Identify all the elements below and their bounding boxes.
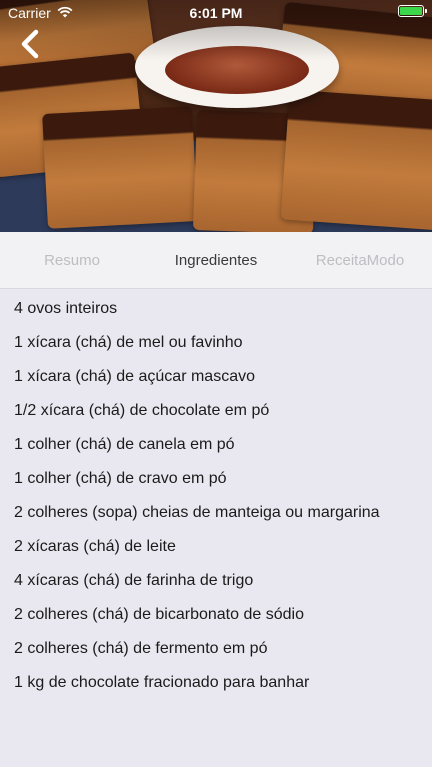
status-time: 6:01 PM [189,5,243,21]
list-item: 4 xícaras (chá) de farinha de trigo [14,572,254,589]
cake-piece [280,89,432,231]
list-item: 2 xícaras (chá) de leite [14,538,176,555]
list-item: 1 colher (chá) de canela em pó [14,436,235,453]
battery-icon [398,5,427,17]
list-item: 1 xícara (chá) de mel ou favinho [14,334,243,351]
list-item: 2 colheres (chá) de fermento em pó [14,640,268,657]
tab-ingredientes[interactable]: Ingredientes [144,252,288,269]
list-item: 2 colheres (chá) de bicarbonato de sódio [14,606,304,623]
ingredients-list: 4 ovos inteiros 1 xícara (chá) de mel ou… [14,298,418,706]
list-item: 2 colheres (sopa) cheias de manteiga ou … [14,504,380,521]
status-bar: Carrier 6:01 PM [0,0,432,26]
battery-fill [400,7,422,15]
list-item: 1/2 xícara (chá) de chocolate em pó [14,402,270,419]
list-item: 1 colher (chá) de cravo em pó [14,470,227,487]
cake-piece [42,106,198,229]
chevron-left-icon [20,29,40,64]
back-button[interactable] [14,29,46,64]
list-item: 1 kg de chocolate fracionado para banhar [14,674,310,691]
list-item: 1 xícara (chá) de açúcar mascavo [14,368,255,385]
list-item: 4 ovos inteiros [14,300,118,317]
status-right [398,5,427,17]
recipe-hero-image [0,0,432,232]
tab-resumo[interactable]: Resumo [0,252,144,269]
segmented-tabs: Resumo Ingredientes ReceitaModo [0,232,432,289]
tab-receita-modo[interactable]: ReceitaModo [288,252,432,269]
